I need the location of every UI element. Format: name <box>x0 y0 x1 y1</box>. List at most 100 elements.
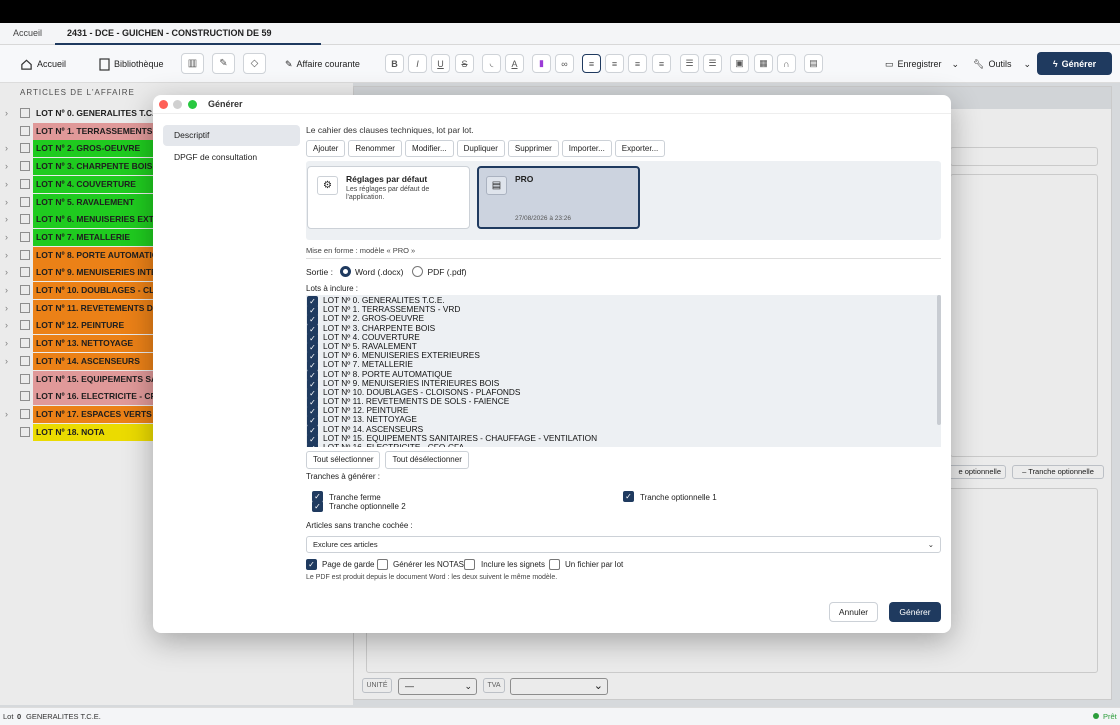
justify-button[interactable]: ≡ <box>652 54 671 73</box>
align-left-icon: ≡ <box>588 58 595 69</box>
dialog-generate-button[interactable]: Générer <box>889 602 941 622</box>
ruler-icon: ✎ <box>219 58 228 69</box>
deselect-all-button[interactable]: Tout désélectionner <box>385 451 469 469</box>
select-all-button[interactable]: Tout sélectionner <box>306 451 381 469</box>
rename-button[interactable]: Renommer <box>348 140 402 157</box>
tab-project[interactable]: 2431 - DCE - GUICHEN - CONSTRUCTION DE 5… <box>55 23 321 58</box>
table-button[interactable]: ▦ <box>754 54 773 73</box>
lot-checkbox[interactable]: ✓ <box>307 443 318 447</box>
close-icon[interactable] <box>159 100 168 109</box>
lots-label: Lots à inclure : <box>306 284 359 293</box>
status-lot-number: 0 <box>17 712 22 721</box>
tag-icon: ◇ <box>250 58 259 69</box>
export-button[interactable]: Exporter... <box>614 140 666 157</box>
tranche-opt2-checkbox[interactable]: ✓ <box>312 501 323 512</box>
one-file-checkbox[interactable] <box>549 559 560 570</box>
image-button[interactable]: ▣ <box>730 54 749 73</box>
add-button[interactable]: Ajouter <box>306 140 346 157</box>
dialog-titlebar: Générer <box>153 95 951 114</box>
text-color-button[interactable]: A <box>505 54 524 73</box>
toolbar: Accueil Bibliothèque ▥ ✎ ◇ ✎ Affaire cou… <box>0 45 1120 83</box>
ruler-button[interactable]: ✎ <box>212 53 235 74</box>
modify-button[interactable]: Modifier... <box>404 140 454 157</box>
link-button[interactable]: ∞ <box>555 54 574 73</box>
generate-dialog: Générer Descriptif DPGF de consultation … <box>153 95 951 633</box>
tools-label: Outils <box>988 59 1012 69</box>
nav-descriptif[interactable]: Descriptif <box>163 125 300 146</box>
italic-button[interactable]: I <box>408 54 427 73</box>
status-dot-icon <box>1093 713 1099 719</box>
tools-button[interactable]: 🔧︎ Outils ⌄ <box>973 53 1031 75</box>
library-button[interactable]: Bibliothèque <box>99 53 164 75</box>
maximize-icon[interactable] <box>188 100 197 109</box>
radio-word[interactable] <box>339 266 351 277</box>
underline-button[interactable]: U <box>431 54 450 73</box>
bold-button[interactable]: B <box>385 54 404 73</box>
tag-button[interactable]: ◇ <box>243 53 266 74</box>
cover-page-label: Page de garde <box>322 560 375 569</box>
radio-pdf[interactable] <box>412 266 424 277</box>
dialog-nav: Descriptif DPGF de consultation <box>163 125 300 169</box>
lightning-icon: ϟ <box>1052 58 1058 69</box>
tab-bar: Accueil 2431 - DCE - GUICHEN - CONSTRUCT… <box>0 23 1120 58</box>
tab-home[interactable]: Accueil <box>13 23 42 45</box>
align-right-button[interactable]: ≡ <box>628 54 647 73</box>
bullet-list-icon: ☰ <box>685 58 694 68</box>
cover-page-checkbox[interactable]: ✓ <box>306 559 317 570</box>
import-button[interactable]: Importer... <box>561 140 612 157</box>
chart-button[interactable]: ▥ <box>181 53 204 74</box>
divider <box>306 258 941 259</box>
calendar-button[interactable]: ▤ <box>804 54 823 73</box>
cancel-button[interactable]: Annuler <box>829 602 878 622</box>
duplicate-button[interactable]: Dupliquer <box>456 140 505 157</box>
templates-area: ⚙ Réglages par défaut Les réglages par d… <box>306 161 941 240</box>
output-word-label: Word (.docx) <box>354 266 404 277</box>
text-color-icon: A <box>511 58 518 69</box>
tranches-label: Tranches à générer : <box>306 472 380 481</box>
save-label: Enregistrer <box>897 59 942 69</box>
articles-value: Exclure ces articles <box>313 540 378 549</box>
delete-button[interactable]: Supprimer <box>507 140 559 157</box>
link-icon: ∞ <box>561 58 568 69</box>
nav-dpgf[interactable]: DPGF de consultation <box>163 147 300 168</box>
current-affair-label: Affaire courante <box>296 59 360 69</box>
output-pdf-label: PDF (.pdf) <box>427 266 467 277</box>
one-file-label: Un fichier par lot <box>565 560 624 569</box>
special-char-button[interactable]: ∩ <box>777 54 796 73</box>
scrollbar[interactable] <box>937 295 941 425</box>
dialog-title: Générer <box>208 99 243 109</box>
bookmark-icon: ▮ <box>539 58 544 68</box>
bullet-list-button[interactable]: ☰ <box>680 54 699 73</box>
table-icon: ▦ <box>759 58 768 68</box>
eraser-icon: ◟ <box>489 58 494 68</box>
italic-icon: I <box>416 58 419 69</box>
generate-button[interactable]: ϟ Générer <box>1037 52 1112 75</box>
chevron-down-icon: ⌄ <box>1023 58 1031 69</box>
document-icon: ▤ <box>486 176 507 195</box>
align-left-button[interactable]: ≡ <box>582 54 601 73</box>
strike-button[interactable]: S <box>455 54 474 73</box>
template-card-default[interactable]: ⚙ Réglages par défaut Les réglages par d… <box>307 166 470 229</box>
image-icon: ▣ <box>735 58 744 68</box>
tranche-opt1-label: Tranche optionnelle 1 <box>640 493 717 502</box>
home-button[interactable]: Accueil <box>20 53 66 75</box>
align-center-icon: ≡ <box>611 58 618 69</box>
color-reset-button[interactable]: ◟ <box>482 54 501 73</box>
bar-chart-icon: ▥ <box>187 58 198 69</box>
articles-select[interactable]: Exclure ces articles ⌄ <box>306 536 941 553</box>
tranche-opt1-checkbox[interactable]: ✓ <box>623 491 634 502</box>
numbered-list-button[interactable]: ☰ <box>703 54 722 73</box>
template-card-pro[interactable]: ▤ PRO 27/08/2026 à 23:26 <box>477 166 640 229</box>
notas-checkbox[interactable] <box>377 559 388 570</box>
lot-checklist-item[interactable]: ✓ LOT Nº 16. ELECTRICITE - CFO-CFA <box>307 443 927 447</box>
numbered-list-icon: ☰ <box>708 58 717 68</box>
bookmarks-checkbox[interactable] <box>464 559 475 570</box>
bookmark-button[interactable]: ▮ <box>532 54 551 73</box>
strikethrough-icon: S <box>461 58 468 69</box>
minimize-icon[interactable] <box>173 100 182 109</box>
current-affair-button[interactable]: ✎ Affaire courante <box>285 53 360 75</box>
home-icon <box>21 59 32 70</box>
save-button[interactable]: ▭ Enregistrer ⌄ <box>885 53 959 75</box>
align-center-button[interactable]: ≡ <box>605 54 624 73</box>
lot-checklist-label: LOT Nº 16. ELECTRICITE - CFO-CFA <box>323 442 465 448</box>
